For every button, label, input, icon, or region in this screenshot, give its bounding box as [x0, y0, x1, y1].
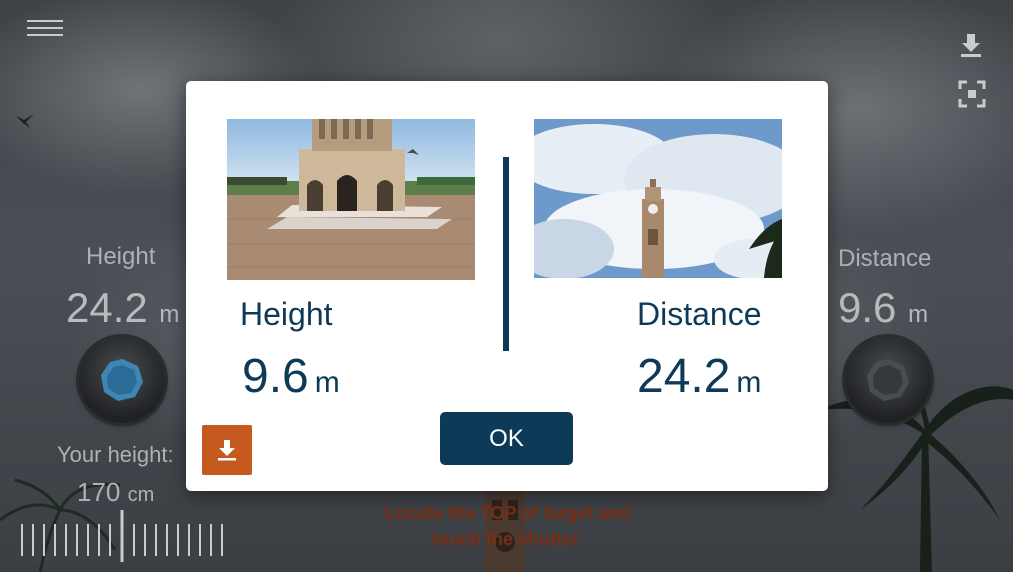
dialog-height-value: 9.6 m [242, 349, 340, 404]
hint-line-1: Locate the TOP of target and [384, 503, 631, 523]
distance-value-bg: 9.6 m [838, 284, 928, 332]
height-value-bg: 24.2 m [66, 284, 179, 332]
distance-label-bg: Distance [838, 245, 932, 272]
height-unit-bg: m [159, 301, 180, 328]
your-height-value: 170 cm [77, 477, 154, 508]
focus-icon[interactable] [958, 80, 986, 108]
shutter-button-left[interactable] [79, 337, 165, 423]
ok-button[interactable]: OK [440, 412, 573, 465]
instruction-hint: Locate the TOP of target and touch the s… [365, 500, 650, 552]
height-ruler-slider[interactable] [18, 510, 228, 562]
your-height-label: Your height: [57, 442, 174, 467]
height-capture-photo [227, 119, 475, 280]
height-number-bg: 24.2 [66, 284, 148, 331]
distance-capture-photo [534, 119, 782, 278]
lens-icon [101, 359, 143, 401]
dialog-distance-value: 24.2 m [637, 349, 761, 404]
your-height-unit: cm [127, 484, 155, 506]
your-height-number: 170 [77, 477, 121, 507]
dialog-height-number: 9.6 [242, 350, 309, 403]
dialog-distance-number: 24.2 [637, 350, 731, 403]
dialog-distance-label: Distance [637, 296, 762, 332]
height-label-bg: Height [86, 243, 156, 270]
download-icon[interactable] [958, 32, 984, 58]
distance-unit-bg: m [908, 301, 929, 328]
hamburger-menu-icon[interactable] [27, 20, 63, 38]
measurement-result-dialog: Height 9.6 m Distance 24.2 m OK [186, 81, 828, 491]
lens-icon [867, 359, 909, 401]
distance-number-bg: 9.6 [838, 284, 897, 331]
dialog-height-label: Height [240, 296, 333, 332]
download-icon [218, 440, 236, 461]
hint-line-2: touch the shutter. [431, 529, 583, 549]
save-result-button[interactable] [202, 425, 252, 475]
dialog-height-unit: m [314, 366, 340, 399]
shutter-button-right[interactable] [845, 337, 931, 423]
dialog-divider [503, 157, 509, 351]
bird-icon [16, 114, 34, 128]
dialog-distance-unit: m [736, 366, 762, 399]
